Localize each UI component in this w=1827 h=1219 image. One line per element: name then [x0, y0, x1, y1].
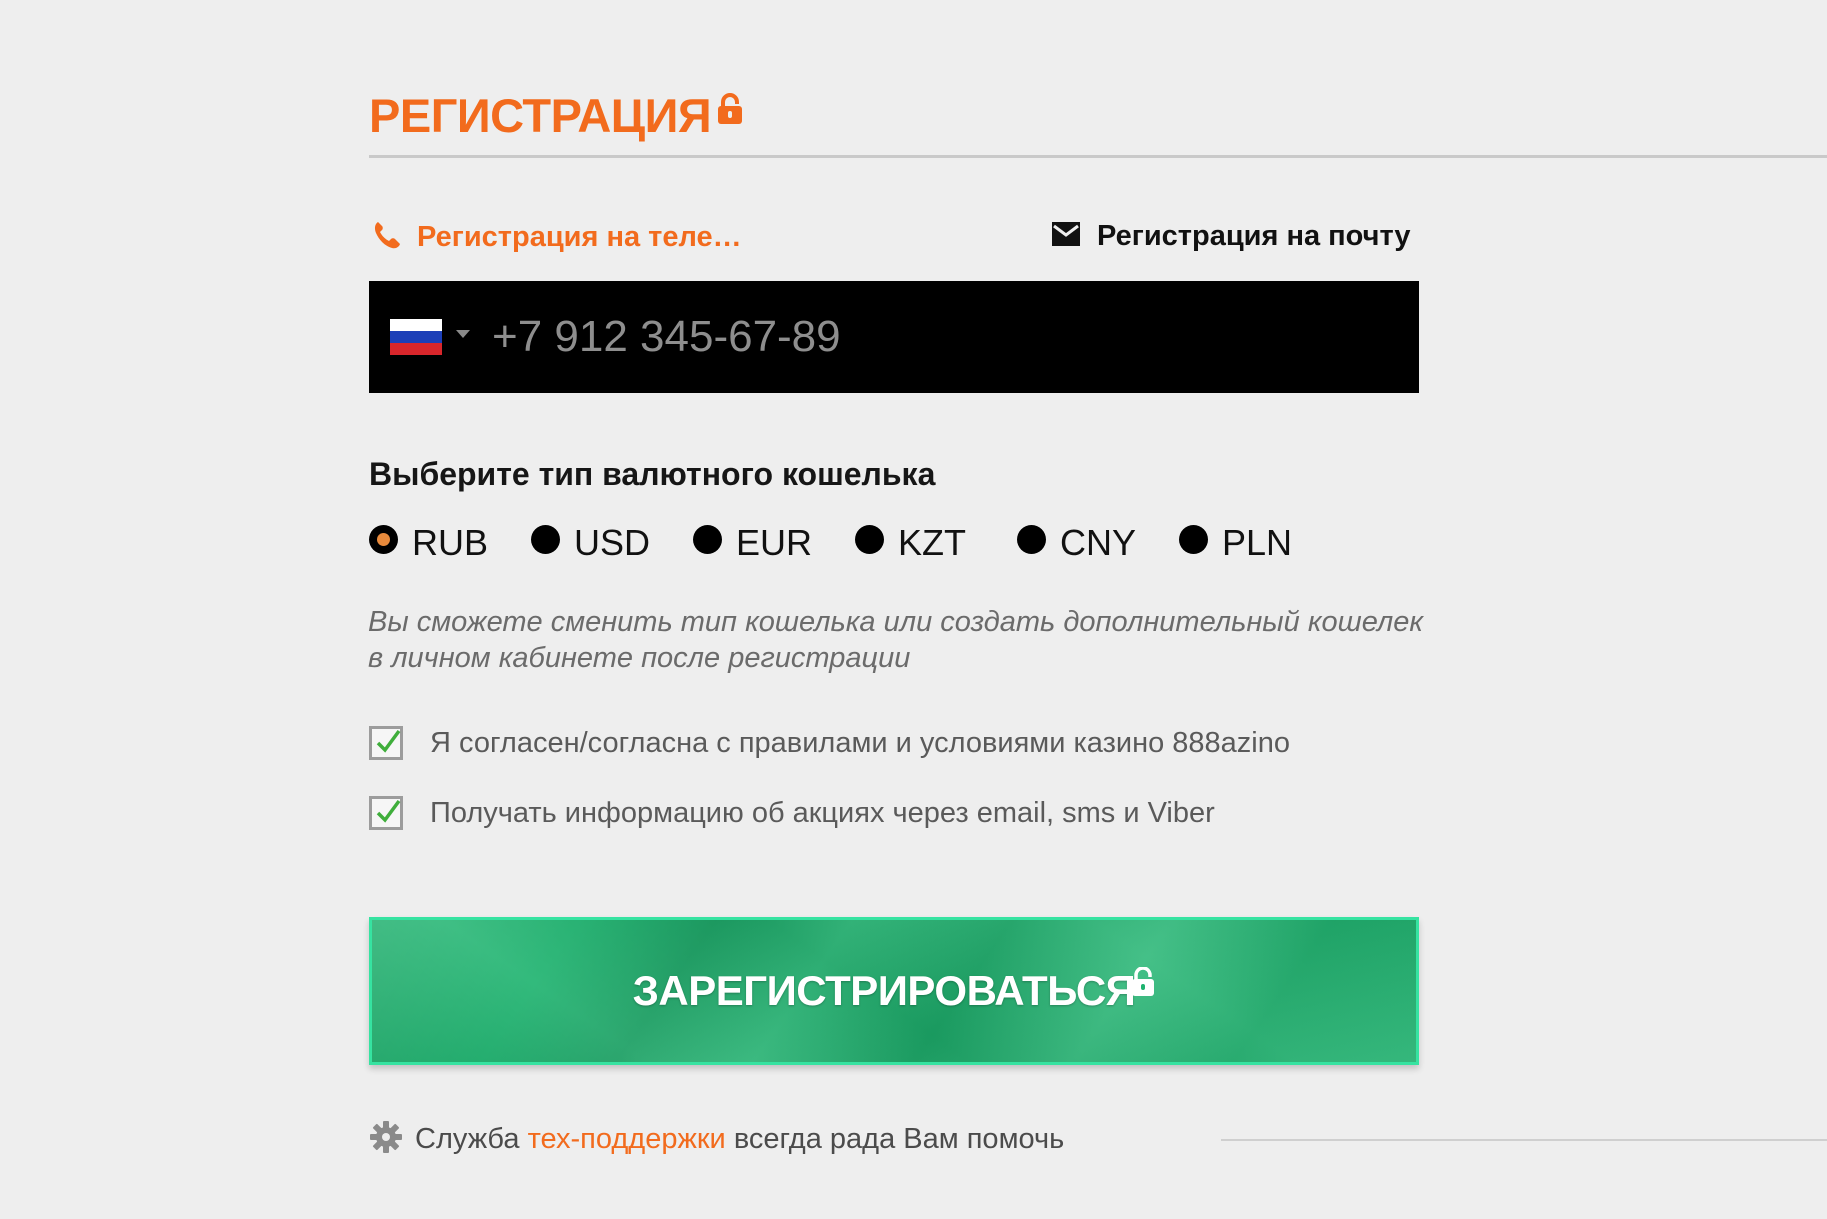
currency-label: USD: [574, 522, 651, 563]
checkmark-icon: [376, 799, 401, 823]
radio-button-eur[interactable]: [693, 524, 722, 554]
register-button-label: ЗАРЕГИСТРИРОВАТЬСЯ: [632, 967, 1136, 1014]
gear-icon: [369, 1120, 403, 1159]
currency-option-pln[interactable]: PLN: [1179, 522, 1341, 564]
currency-label: KZT: [898, 522, 966, 563]
wallet-heading: Выберите тип валютного кошелька: [369, 456, 936, 492]
russia-flag-icon[interactable]: [390, 319, 442, 355]
currency-label: RUB: [412, 522, 489, 563]
radio-button-cny[interactable]: [1017, 524, 1046, 554]
lock-icon: [1131, 965, 1155, 1002]
promo-subscription[interactable]: Получать информацию об акциях через emai…: [369, 796, 1215, 830]
register-button[interactable]: ЗАРЕГИСТРИРОВАТЬСЯ: [369, 917, 1419, 1065]
phone-field: [369, 281, 1419, 393]
checkmark-icon: [376, 729, 401, 753]
promo-label: Получать информацию об акциях через emai…: [430, 796, 1215, 829]
currency-label: EUR: [736, 522, 813, 563]
promo-checkbox[interactable]: [369, 796, 403, 830]
currency-label: CNY: [1060, 522, 1137, 563]
lock-icon: [717, 92, 743, 130]
tab-phone-label: Регистрация на теле…: [417, 221, 742, 253]
support-text: Служба тех-поддержки всегда рада Вам пом…: [415, 1123, 1064, 1156]
phone-input[interactable]: [492, 307, 1192, 367]
chevron-down-icon[interactable]: [456, 330, 470, 338]
currency-label: PLN: [1222, 522, 1293, 563]
support-line: Служба тех-поддержки всегда рада Вам пом…: [369, 1120, 1064, 1159]
envelope-icon: [1051, 221, 1081, 252]
support-link[interactable]: тех-поддержки: [528, 1123, 726, 1155]
phone-icon: [373, 220, 401, 255]
header-divider: [369, 155, 1827, 158]
terms-label: Я согласен/согласна с правилами и услови…: [430, 726, 1291, 759]
page-header: РЕГИСТРАЦИЯ: [369, 88, 743, 144]
support-prefix: Служба: [415, 1123, 520, 1155]
tab-phone-registration[interactable]: Регистрация на теле…: [373, 220, 742, 255]
wallet-note: Вы сможете сменить тип кошелька или созд…: [368, 606, 1424, 674]
support-suffix: всегда рада Вам помочь: [733, 1123, 1065, 1155]
radio-button-pln[interactable]: [1179, 524, 1208, 554]
radio-button-kzt[interactable]: [855, 524, 884, 554]
tab-email-registration[interactable]: Регистрация на почту: [1051, 220, 1411, 253]
currency-option-eur[interactable]: EUR: [693, 522, 855, 564]
currency-radio-group: RUB USD EUR KZT CNY PLN: [369, 522, 1341, 564]
currency-option-usd[interactable]: USD: [531, 522, 693, 564]
footer-divider: [1221, 1139, 1827, 1141]
terms-checkbox[interactable]: [369, 726, 403, 760]
currency-option-kzt[interactable]: KZT: [855, 522, 1017, 564]
page-title: РЕГИСТРАЦИЯ: [369, 89, 712, 142]
currency-option-cny[interactable]: CNY: [1017, 522, 1179, 564]
currency-option-rub[interactable]: RUB: [369, 522, 531, 564]
radio-button-usd[interactable]: [531, 524, 560, 554]
terms-agreement[interactable]: Я согласен/согласна с правилами и услови…: [369, 726, 1290, 760]
tab-email-label: Регистрация на почту: [1097, 220, 1411, 252]
radio-button-rub[interactable]: [369, 524, 398, 554]
